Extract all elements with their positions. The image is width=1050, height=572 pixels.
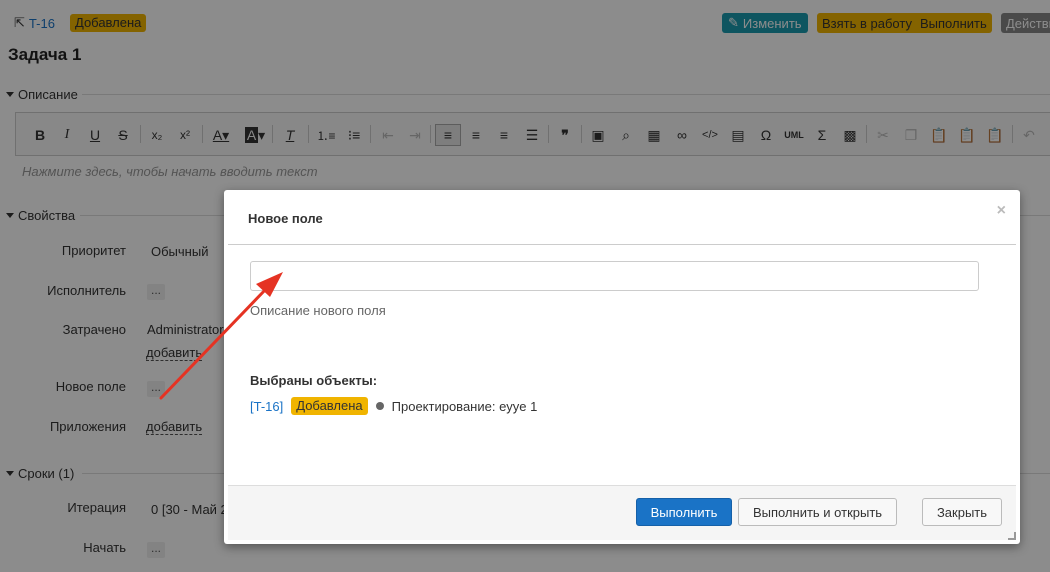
annotation-arrow-icon xyxy=(159,272,283,400)
